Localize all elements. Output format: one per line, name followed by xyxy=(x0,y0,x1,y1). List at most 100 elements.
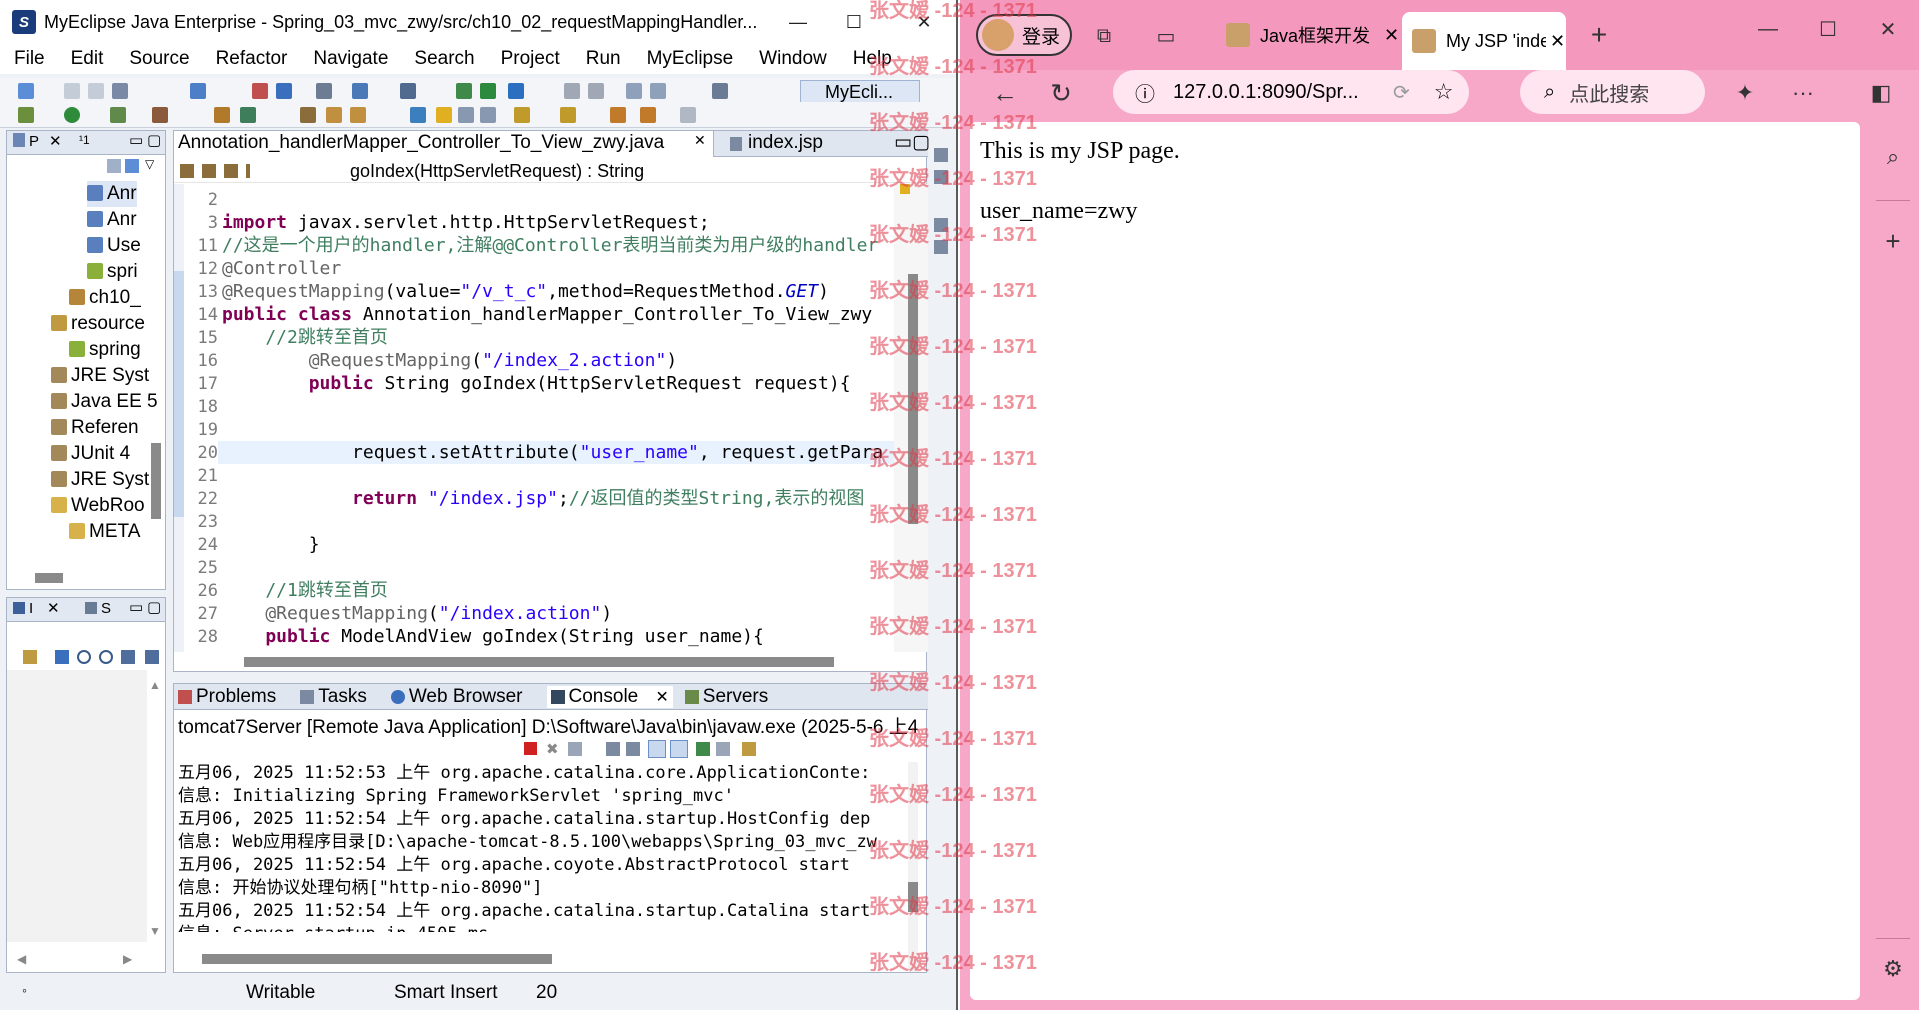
vertical-scrollbar[interactable] xyxy=(151,443,161,519)
view-menu-icon[interactable]: ▽ xyxy=(145,157,154,171)
show-stderr-icon[interactable] xyxy=(670,740,688,758)
display-console-icon[interactable] xyxy=(716,742,730,756)
console-output[interactable]: 五月06, 2025 11:52:53 上午 org.apache.catali… xyxy=(178,762,896,932)
debug-icon[interactable] xyxy=(18,107,34,123)
editor-tool2-icon[interactable] xyxy=(650,83,666,99)
horizontal-scrollbar[interactable] xyxy=(202,954,552,964)
server-icon[interactable] xyxy=(276,83,292,99)
trim-icon[interactable] xyxy=(934,218,948,232)
settings-gear-icon[interactable]: ⚙ xyxy=(1878,954,1908,984)
browser-icon[interactable] xyxy=(316,83,332,99)
breadcrumb-method[interactable]: goIndex(HttpServletRequest) : String xyxy=(350,161,644,182)
tree-item[interactable]: JRE Syst xyxy=(51,363,149,389)
tab-outline[interactable]: I xyxy=(29,600,33,617)
scroll-lock-icon[interactable] xyxy=(626,742,640,756)
minimize-view-icon[interactable]: ▭ xyxy=(894,131,912,154)
tree-item[interactable]: Anr xyxy=(87,181,137,207)
info-icon[interactable]: ⓘ xyxy=(1135,78,1155,107)
minimize-button[interactable]: — xyxy=(1748,14,1788,44)
close-tab-icon[interactable]: ✕ xyxy=(694,132,706,149)
tab-web-browser[interactable]: Web Browser xyxy=(390,686,535,708)
collapse-all-icon[interactable] xyxy=(107,159,121,173)
maximize-button[interactable]: ☐ xyxy=(826,0,882,44)
vertical-scrollbar[interactable] xyxy=(908,882,918,912)
maximize-view-icon[interactable]: ▢ xyxy=(147,131,161,149)
workspaces-icon[interactable]: ⧉ xyxy=(1090,22,1118,50)
new-project-icon[interactable] xyxy=(190,83,206,99)
code-line[interactable]: } xyxy=(222,533,320,556)
trim-icon[interactable] xyxy=(934,148,948,162)
favorite-star-icon[interactable]: ☆ xyxy=(1434,79,1454,105)
tree-item[interactable]: spri xyxy=(87,259,138,285)
tree-item[interactable]: WebRoo xyxy=(51,493,145,519)
terminate-icon[interactable] xyxy=(524,742,537,755)
minimize-button[interactable]: — xyxy=(770,0,826,44)
new-tab-icon[interactable]: + xyxy=(1584,19,1614,50)
nav-forward-icon[interactable] xyxy=(588,83,604,99)
code-line[interactable]: @Controller xyxy=(222,257,341,280)
clear-console-icon[interactable] xyxy=(606,742,620,756)
sidebar-toggle-icon[interactable]: ◧ xyxy=(1864,76,1898,110)
menu-run[interactable]: Run xyxy=(572,48,633,70)
open-type-icon[interactable] xyxy=(400,83,416,99)
tab-type-hierarchy[interactable]: ¹1 xyxy=(79,133,90,147)
code-line[interactable]: return "/index.jsp";//返回值的类型String,表示的视图 xyxy=(222,487,864,510)
close-icon[interactable]: ✕ xyxy=(49,132,62,150)
toolbar-icon[interactable] xyxy=(145,650,159,664)
tree-item[interactable]: ch10_ xyxy=(69,285,141,311)
run-icon[interactable] xyxy=(64,107,80,123)
open-console-icon[interactable] xyxy=(742,742,756,756)
tree-item[interactable]: JUnit 4 xyxy=(51,441,130,467)
menu-refactor[interactable]: Refactor xyxy=(202,48,300,70)
tree-item[interactable]: Java EE 5 xyxy=(51,389,158,415)
save-all-icon[interactable] xyxy=(88,83,104,99)
tab-package-explorer[interactable]: P xyxy=(29,133,39,150)
new-icon[interactable] xyxy=(18,83,34,99)
trim-icon[interactable] xyxy=(934,170,948,184)
code-line[interactable]: public String goIndex(HttpServletRequest… xyxy=(222,372,851,395)
close-tab-icon[interactable]: ✕ xyxy=(1550,31,1565,52)
link-editor-icon[interactable] xyxy=(125,159,139,173)
vertical-scrollbar[interactable] xyxy=(908,274,918,524)
menu-edit[interactable]: Edit xyxy=(57,48,116,70)
read-aloud-icon[interactable]: ⟳ xyxy=(1393,80,1410,105)
save-icon[interactable] xyxy=(64,83,80,99)
tree-item[interactable]: JRE Syst xyxy=(51,467,149,493)
toolbar-icon[interactable] xyxy=(55,650,69,664)
prev-annotation-icon[interactable] xyxy=(560,107,576,123)
code-line[interactable]: request.setAttribute("user_name", reques… xyxy=(222,441,883,464)
code-line[interactable]: public class Annotation_handlerMapper_Co… xyxy=(222,303,872,326)
close-button[interactable]: ✕ xyxy=(1868,14,1908,44)
breadcrumb-icons[interactable] xyxy=(180,164,250,178)
zoom-out-icon[interactable] xyxy=(77,650,91,664)
close-icon[interactable]: ✕ xyxy=(656,689,669,706)
extensions-icon[interactable]: ✦ xyxy=(1728,76,1762,110)
mark-occurrences-icon[interactable] xyxy=(410,107,426,123)
coverage-icon[interactable] xyxy=(110,107,126,123)
zoom-in-icon[interactable] xyxy=(99,650,113,664)
warning-marker[interactable] xyxy=(900,184,910,194)
refresh-icon[interactable] xyxy=(240,107,256,123)
remove-all-icon[interactable] xyxy=(568,742,582,756)
code-line[interactable]: //这是一个用户的handler,注解@@Controller表明当前类为用户级… xyxy=(222,234,878,257)
pencil-icon[interactable] xyxy=(326,107,342,123)
tree-item[interactable]: spring xyxy=(69,337,141,363)
perspective-switcher[interactable]: MyEcli... xyxy=(800,80,920,104)
toolbar-icon[interactable] xyxy=(23,650,37,664)
tree-item[interactable]: Referen xyxy=(51,415,139,441)
print-icon[interactable] xyxy=(112,83,128,99)
menu-project[interactable]: Project xyxy=(487,48,572,70)
run-tool-icon[interactable] xyxy=(480,83,496,99)
code-line[interactable]: //2跳转至首页 xyxy=(222,326,388,349)
maximize-button[interactable]: ☐ xyxy=(1808,14,1848,44)
tree-item[interactable]: Use xyxy=(87,233,141,259)
more-menu-icon[interactable]: ··· xyxy=(1786,76,1820,110)
editor-tool-icon[interactable] xyxy=(626,83,642,99)
tab-tasks[interactable]: Tasks xyxy=(300,686,379,708)
close-button[interactable]: ✕ xyxy=(896,0,952,44)
pin-icon[interactable] xyxy=(696,742,710,756)
tree-item[interactable]: resource xyxy=(51,311,145,337)
run-config-icon[interactable] xyxy=(456,83,472,99)
code-area[interactable]: 2 3 import javax.servlet.http.HttpServletR… xyxy=(174,184,894,652)
scroll-up-icon[interactable]: ▲ xyxy=(149,678,161,692)
